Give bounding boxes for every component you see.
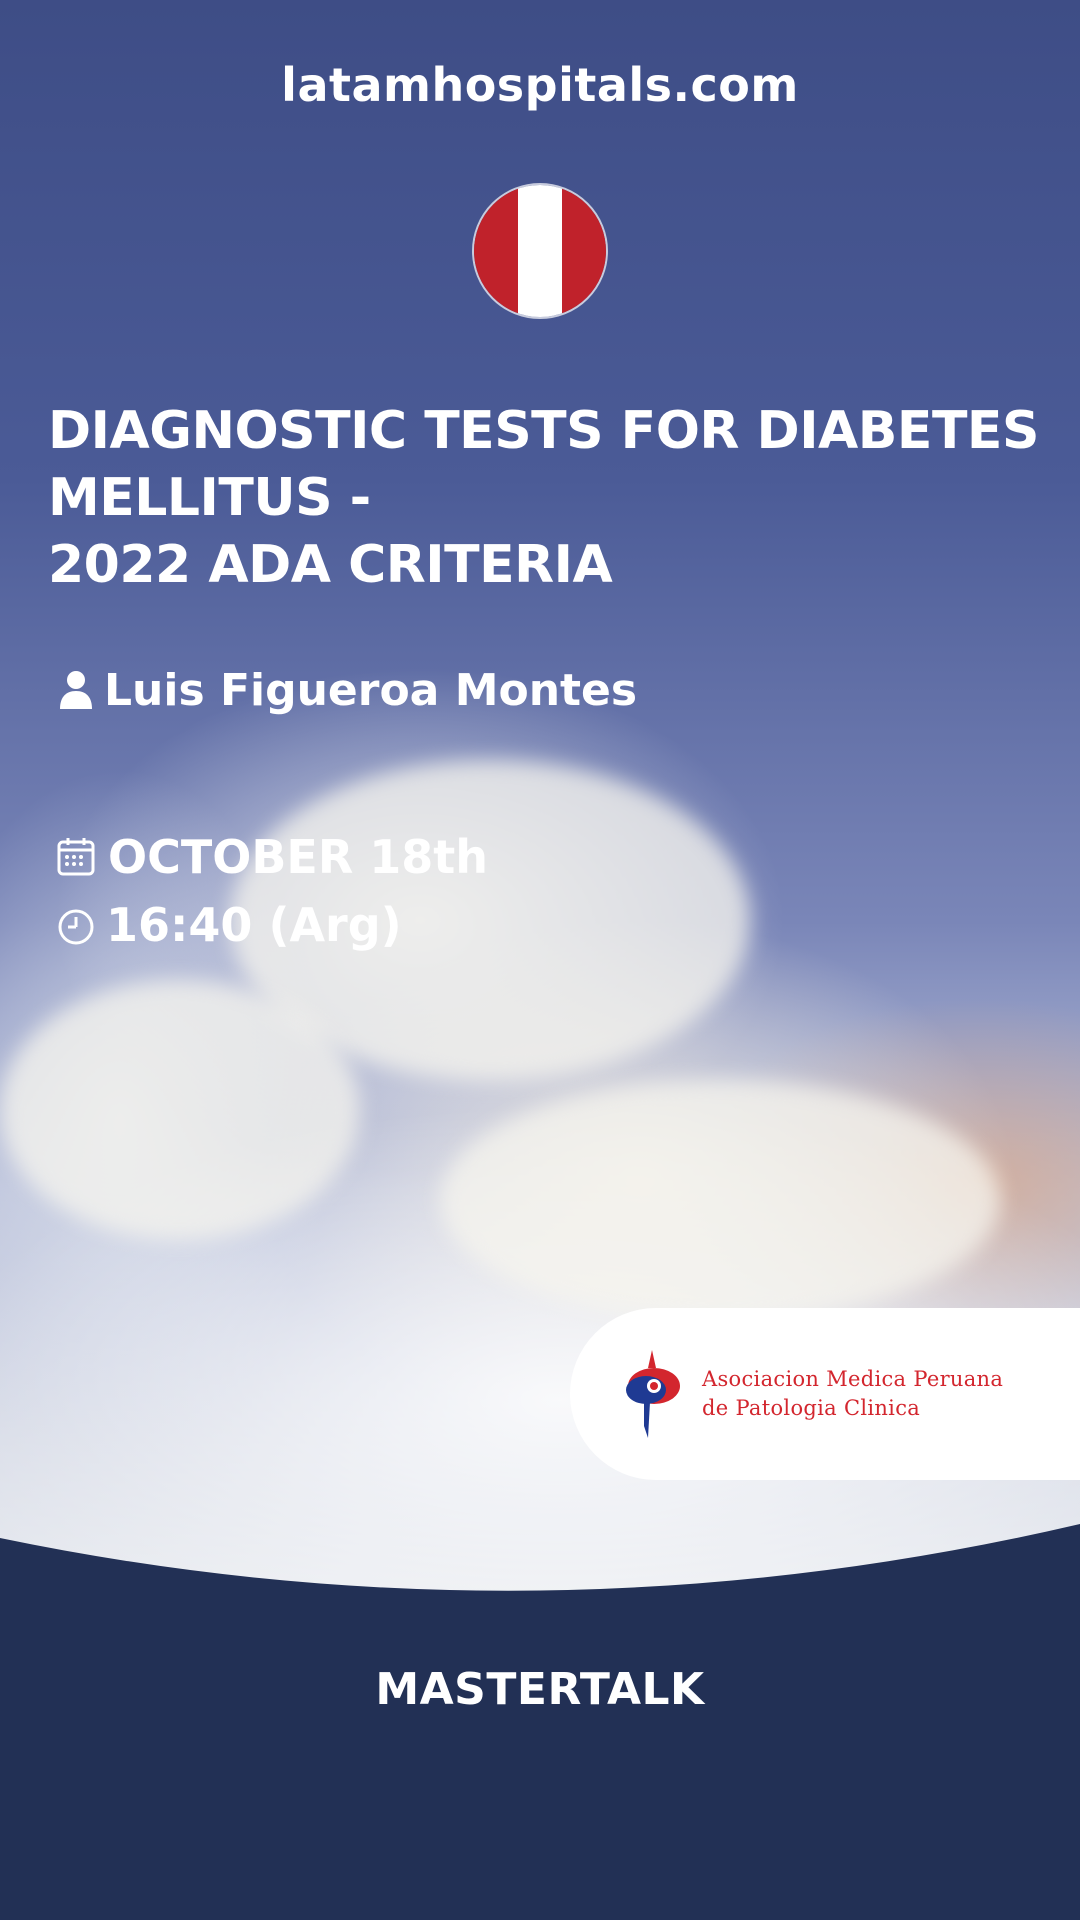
- title-line: MELLITUS -: [48, 468, 371, 528]
- partner-name: Asociacion Medica Peruana de Patologia C…: [702, 1365, 1003, 1423]
- partner-logo-icon: [626, 1350, 680, 1438]
- title-line: DIAGNOSTIC TESTS FOR DIABETES: [48, 401, 1039, 461]
- event-title: DIAGNOSTIC TESTS FOR DIABETES MELLITUS -…: [48, 398, 1048, 599]
- partner-name-line: de Patologia Clinica: [702, 1396, 921, 1420]
- footer-label: MASTERTALK: [375, 1664, 705, 1715]
- partner-name-line: Asociacion Medica Peruana: [702, 1367, 1004, 1391]
- user-icon: [60, 671, 92, 709]
- glove-highlight: [0, 980, 360, 1240]
- glove-highlight: [440, 1080, 1000, 1320]
- speaker-row: Luis Figueroa Montes: [58, 660, 637, 720]
- calendar-icon: [57, 838, 95, 876]
- peru-flag-icon: [472, 183, 608, 319]
- event-date: OCTOBER 18th: [108, 830, 489, 884]
- site-url[interactable]: latamhospitals.com: [0, 58, 1080, 112]
- clock-icon: [58, 909, 94, 945]
- date-row: OCTOBER 18th: [56, 830, 488, 884]
- speaker-name: Luis Figueroa Montes: [104, 664, 638, 716]
- partner-logo-card: Asociacion Medica Peruana de Patologia C…: [570, 1308, 1080, 1480]
- event-time: 16:40 (Arg): [106, 898, 402, 952]
- time-row: 16:40 (Arg): [56, 898, 402, 952]
- title-line: 2022 ADA CRITERIA: [48, 535, 613, 595]
